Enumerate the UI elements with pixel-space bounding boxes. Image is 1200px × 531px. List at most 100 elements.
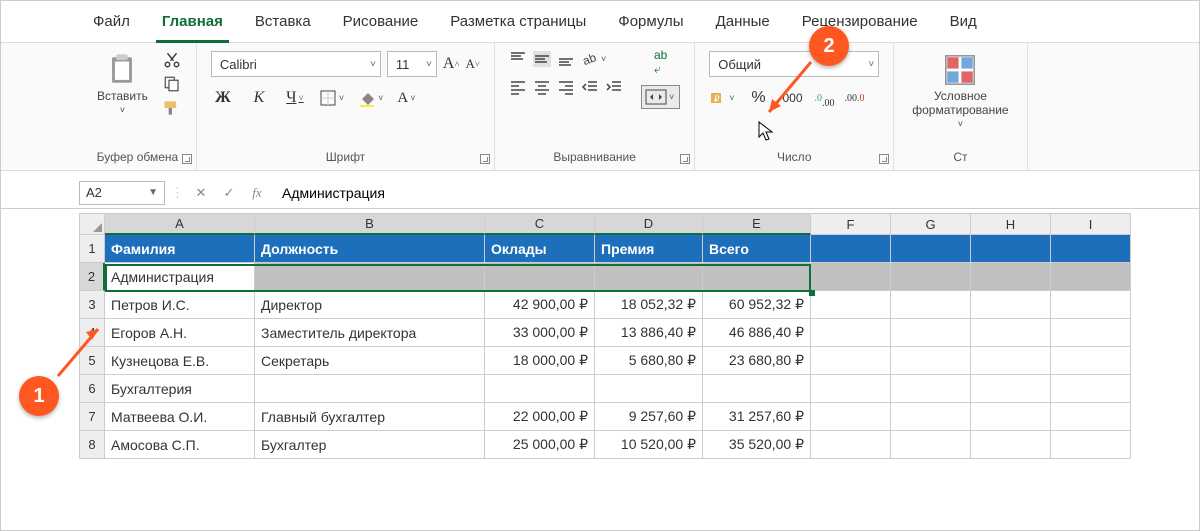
row-header-2[interactable]: 2 [79,263,105,291]
cell[interactable] [971,291,1051,319]
cell[interactable]: Кузнецова Е.В. [105,347,255,375]
col-header-D[interactable]: D [595,213,703,235]
tab-page-layout[interactable]: Разметка страницы [448,7,588,42]
cell[interactable]: 25 000,00 ₽ [485,431,595,459]
row-header-1[interactable]: 1 [79,235,105,263]
cell[interactable]: 22 000,00 ₽ [485,403,595,431]
tab-insert[interactable]: Вставка [253,7,313,42]
bold-button[interactable]: Ж [211,87,235,109]
cell[interactable] [891,263,971,291]
cancel-formula-icon[interactable]: ✕ [190,182,212,204]
cell[interactable]: 33 000,00 ₽ [485,319,595,347]
cell[interactable] [891,347,971,375]
cell[interactable] [971,347,1051,375]
cell[interactable] [971,403,1051,431]
cell[interactable] [1051,431,1131,459]
cell[interactable]: 5 680,80 ₽ [595,347,703,375]
borders-button[interactable]: ˅ [319,89,346,107]
orientation-button[interactable]: ab˅ [581,51,608,67]
accounting-format-button[interactable]: ₽˅ [709,90,736,106]
cell[interactable]: 18 000,00 ₽ [485,347,595,375]
select-all-corner[interactable] [79,213,105,235]
hdr-surname[interactable]: Фамилия [105,235,255,263]
cell[interactable]: Амосова С.П. [105,431,255,459]
cell[interactable]: Бухгалтерия [105,375,255,403]
cell[interactable] [595,263,703,291]
align-middle-icon[interactable] [533,51,551,67]
cell[interactable] [1051,319,1131,347]
italic-button[interactable]: К [247,87,271,109]
cell[interactable]: Матвеева О.И. [105,403,255,431]
font-size-combo[interactable]: 11˅ [387,51,437,77]
cell[interactable] [811,431,891,459]
col-header-I[interactable]: I [1051,213,1131,235]
name-box[interactable]: A2▼ [79,181,165,205]
col-header-H[interactable]: H [971,213,1051,235]
hdr-position[interactable]: Должность [255,235,485,263]
decrease-font-icon[interactable]: A˅ [466,53,480,75]
cell[interactable] [1051,403,1131,431]
cell[interactable]: Петров И.С. [105,291,255,319]
tab-view[interactable]: Вид [948,7,979,42]
cell[interactable]: Егоров А.Н. [105,319,255,347]
cell[interactable] [971,263,1051,291]
cell[interactable] [703,375,811,403]
cell[interactable] [971,431,1051,459]
row-header-3[interactable]: 3 [79,291,105,319]
alignment-dialog-launcher[interactable] [680,154,690,164]
clipboard-dialog-launcher[interactable] [182,154,192,164]
cell[interactable] [891,375,971,403]
cell[interactable] [891,403,971,431]
cell[interactable] [811,347,891,375]
cell[interactable]: Администрация [105,263,255,291]
tab-data[interactable]: Данные [714,7,772,42]
copy-icon[interactable] [163,75,181,93]
cell[interactable] [891,291,971,319]
cell[interactable] [1051,291,1131,319]
cell[interactable] [1051,347,1131,375]
fill-color-button[interactable]: ˅ [358,89,385,107]
wrap-text-button[interactable]: ab⤶ [654,51,667,73]
cell[interactable]: 46 886,40 ₽ [703,319,811,347]
cell[interactable] [255,263,485,291]
cell[interactable] [255,375,485,403]
cell[interactable] [891,319,971,347]
cell[interactable] [811,319,891,347]
cell[interactable]: 60 952,32 ₽ [703,291,811,319]
cell[interactable] [971,319,1051,347]
cell[interactable]: Заместитель директора [255,319,485,347]
align-center-icon[interactable] [533,79,551,95]
increase-font-icon[interactable]: A˄ [443,53,460,75]
hdr-total[interactable]: Всего [703,235,811,263]
col-header-F[interactable]: F [811,213,891,235]
cell[interactable]: 10 520,00 ₽ [595,431,703,459]
cell[interactable] [1051,263,1131,291]
col-header-G[interactable]: G [891,213,971,235]
align-left-icon[interactable] [509,79,527,95]
align-top-icon[interactable] [509,51,527,67]
tab-draw[interactable]: Рисование [341,7,421,42]
cell[interactable]: 42 900,00 ₽ [485,291,595,319]
tab-home[interactable]: Главная [160,7,225,42]
paste-button[interactable]: Вставить ˅ [93,51,152,117]
underline-button[interactable]: Ч˅ [283,87,307,109]
cell[interactable]: 23 680,80 ₽ [703,347,811,375]
font-name-combo[interactable]: Calibri˅ [211,51,381,77]
cell[interactable] [811,375,891,403]
font-dialog-launcher[interactable] [480,154,490,164]
row-header-8[interactable]: 8 [79,431,105,459]
cell[interactable] [703,263,811,291]
cell[interactable]: Главный бухгалтер [255,403,485,431]
cell[interactable] [485,263,595,291]
number-dialog-launcher[interactable] [879,154,889,164]
format-painter-icon[interactable] [162,99,182,117]
cell[interactable]: 35 520,00 ₽ [703,431,811,459]
decrease-indent-icon[interactable] [581,79,599,95]
col-header-E[interactable]: E [703,213,811,235]
enter-formula-icon[interactable]: ✓ [218,182,240,204]
cell[interactable] [1051,375,1131,403]
cell[interactable]: 9 257,60 ₽ [595,403,703,431]
tab-formulas[interactable]: Формулы [616,7,685,42]
cell[interactable]: 18 052,32 ₽ [595,291,703,319]
align-bottom-icon[interactable] [557,51,575,67]
